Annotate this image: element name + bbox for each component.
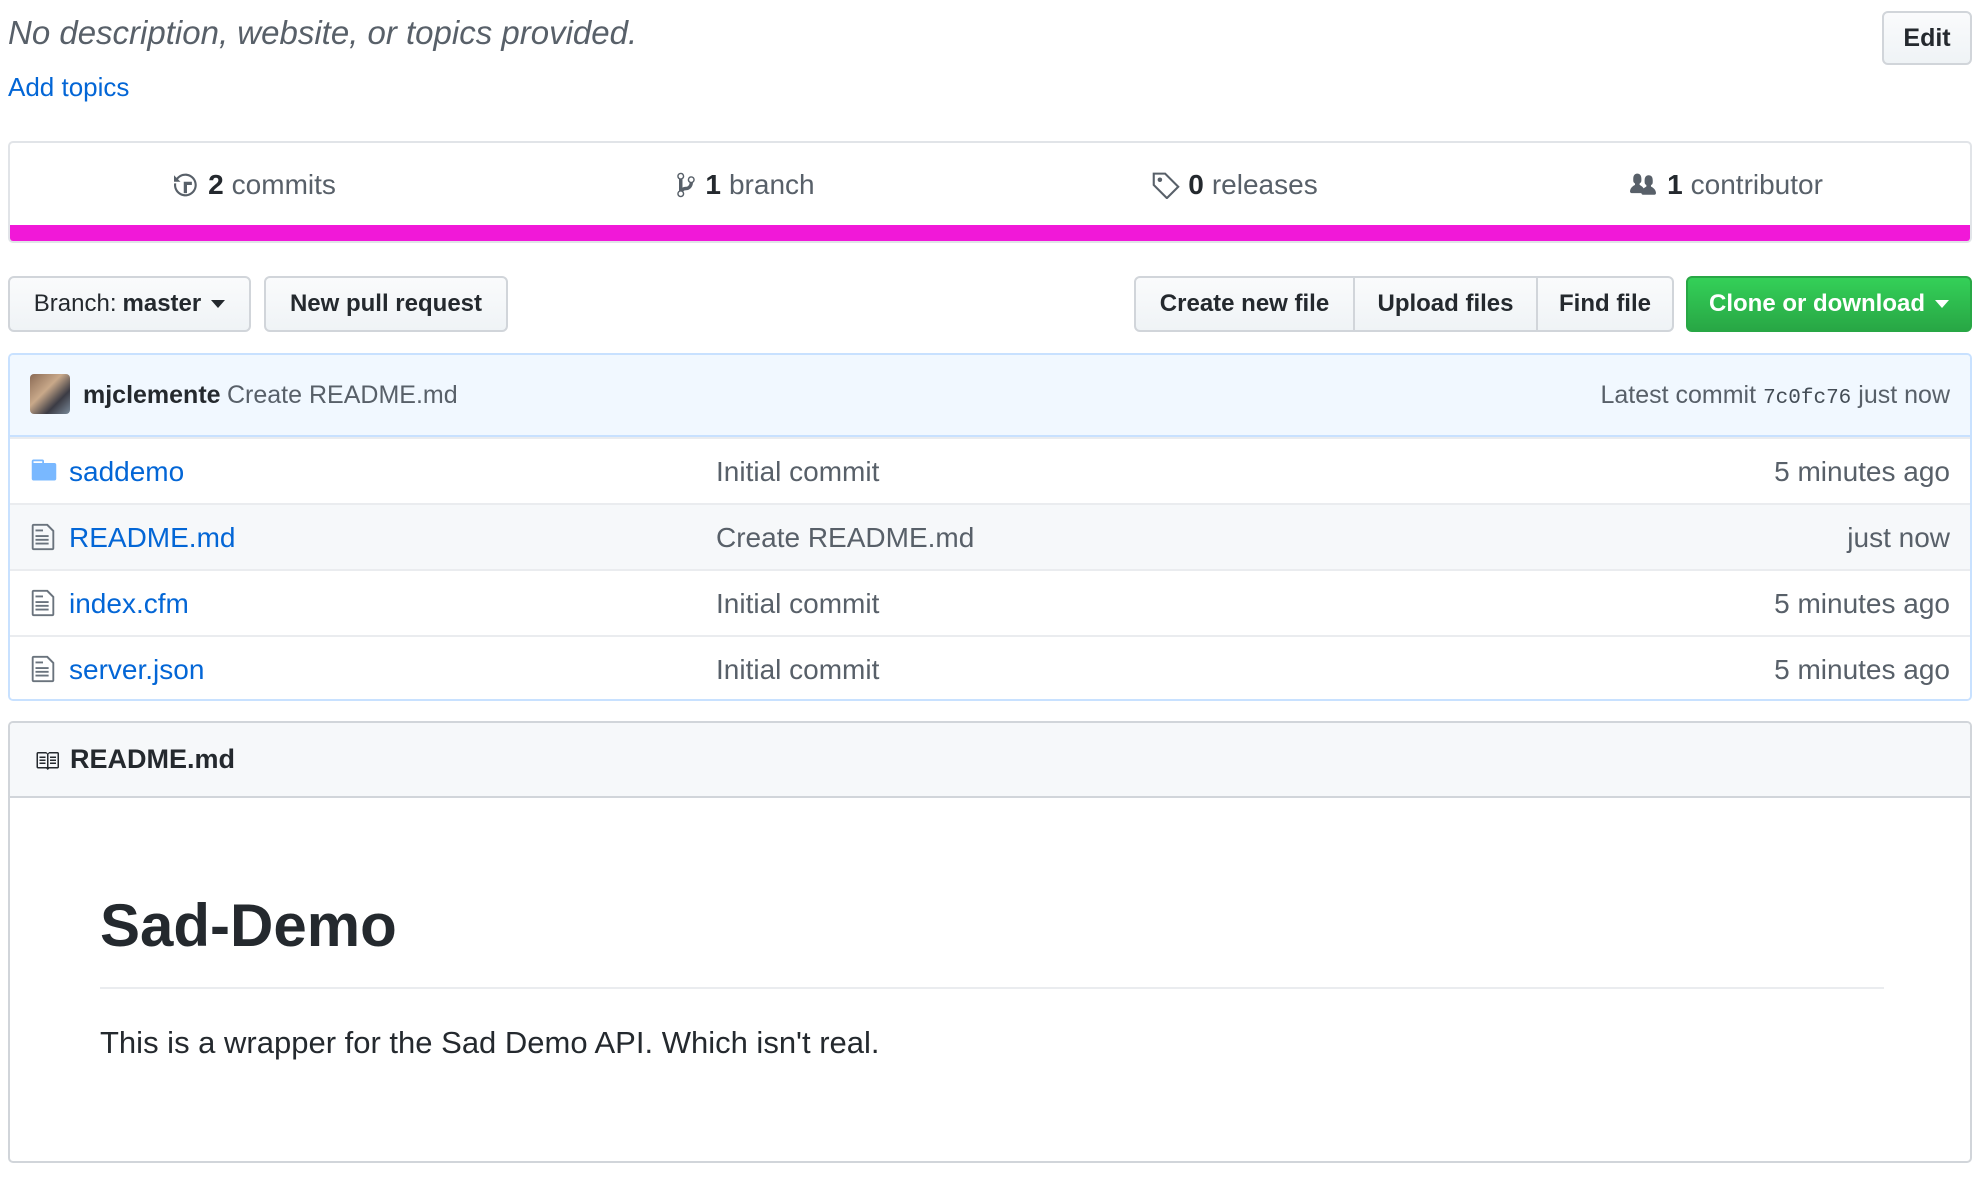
people-icon	[1630, 173, 1657, 195]
branches-label: branch	[728, 169, 815, 200]
file-commit-message[interactable]: Create README.md	[716, 522, 974, 554]
new-pull-request-button[interactable]: New pull request	[264, 276, 508, 332]
divider	[100, 987, 1884, 989]
contributors-link[interactable]: 1 contributor	[1480, 143, 1970, 227]
branch-name: master	[122, 290, 202, 317]
file-age: 5 minutes ago	[1774, 588, 1950, 619]
releases-label: releases	[1211, 169, 1318, 200]
upload-files-button[interactable]: Upload files	[1355, 276, 1538, 332]
edit-description-button[interactable]: Edit	[1882, 11, 1972, 65]
latest-commit-label: Latest commit	[1600, 381, 1757, 409]
readme-heading: Sad-Demo	[100, 892, 397, 959]
latest-commit-bar: mjclemente Create README.md Latest commi…	[10, 355, 1970, 437]
table-row: README.md Create README.md just now	[10, 503, 1970, 569]
file-name-link[interactable]: server.json	[69, 654, 204, 686]
file-name-link[interactable]: saddemo	[69, 456, 184, 488]
releases-count: 0	[1188, 169, 1204, 200]
file-commit-message[interactable]: Initial commit	[716, 456, 879, 488]
branch-prefix: Branch:	[33, 290, 117, 317]
file-commit-message[interactable]: Initial commit	[716, 654, 879, 686]
table-row: index.cfm Initial commit 5 minutes ago	[10, 569, 1970, 635]
commits-link[interactable]: 2 commits	[10, 143, 500, 227]
avatar[interactable]	[30, 374, 70, 414]
history-icon	[174, 173, 197, 197]
file-age: just now	[1847, 522, 1950, 553]
git-branch-icon	[677, 172, 696, 198]
file-icon	[31, 523, 55, 551]
clone-or-download-label: Clone or download	[1709, 290, 1925, 317]
commit-message[interactable]: Create README.md	[227, 381, 458, 410]
file-icon	[31, 655, 55, 683]
commit-sha[interactable]: 7c0fc76	[1763, 387, 1851, 410]
caret-down-icon	[1935, 300, 1949, 308]
commit-time: just now	[1858, 381, 1950, 409]
commits-count: 2	[208, 169, 224, 200]
file-name-link[interactable]: README.md	[69, 522, 235, 554]
releases-link[interactable]: 0 releases	[990, 143, 1480, 227]
folder-icon	[31, 459, 57, 481]
caret-down-icon	[211, 300, 226, 308]
branches-count: 1	[705, 169, 721, 200]
table-row: saddemo Initial commit 5 minutes ago	[10, 437, 1970, 503]
file-commit-message[interactable]: Initial commit	[716, 588, 879, 620]
file-icon	[31, 589, 55, 617]
clone-or-download-button[interactable]: Clone or download	[1686, 276, 1972, 332]
branches-link[interactable]: 1 branch	[500, 143, 990, 227]
readme-box: README.md Sad-Demo This is a wrapper for…	[8, 721, 1972, 1163]
tag-icon	[1152, 172, 1181, 199]
readme-header: README.md	[10, 723, 1970, 798]
branch-select-button[interactable]: Branch: master	[8, 276, 251, 332]
find-file-button[interactable]: Find file	[1538, 276, 1674, 332]
commits-label: commits	[231, 169, 336, 200]
commit-author[interactable]: mjclemente	[83, 381, 221, 410]
create-new-file-button[interactable]: Create new file	[1134, 276, 1355, 332]
latest-commit-info: Latest commit 7c0fc76 just now	[1600, 381, 1950, 410]
file-name-link[interactable]: index.cfm	[69, 588, 189, 620]
book-icon	[36, 752, 59, 770]
contributors-count: 1	[1667, 169, 1683, 200]
contributors-label: contributor	[1690, 169, 1823, 200]
readme-filename: README.md	[70, 744, 236, 774]
add-topics-link[interactable]: Add topics	[8, 72, 129, 103]
readme-body: This is a wrapper for the Sad Demo API. …	[100, 1025, 880, 1060]
language-bar[interactable]	[10, 225, 1970, 241]
repo-description: No description, website, or topics provi…	[8, 14, 638, 51]
file-table: mjclemente Create README.md Latest commi…	[8, 353, 1972, 701]
table-row: server.json Initial commit 5 minutes ago	[10, 635, 1970, 699]
file-age: 5 minutes ago	[1774, 654, 1950, 685]
repo-numbers-summary: 2 commits 1 branch 0 releases 1 contribu…	[8, 141, 1972, 243]
file-actions-group: Create new file Upload files Find file	[1134, 276, 1674, 332]
file-age: 5 minutes ago	[1774, 456, 1950, 487]
